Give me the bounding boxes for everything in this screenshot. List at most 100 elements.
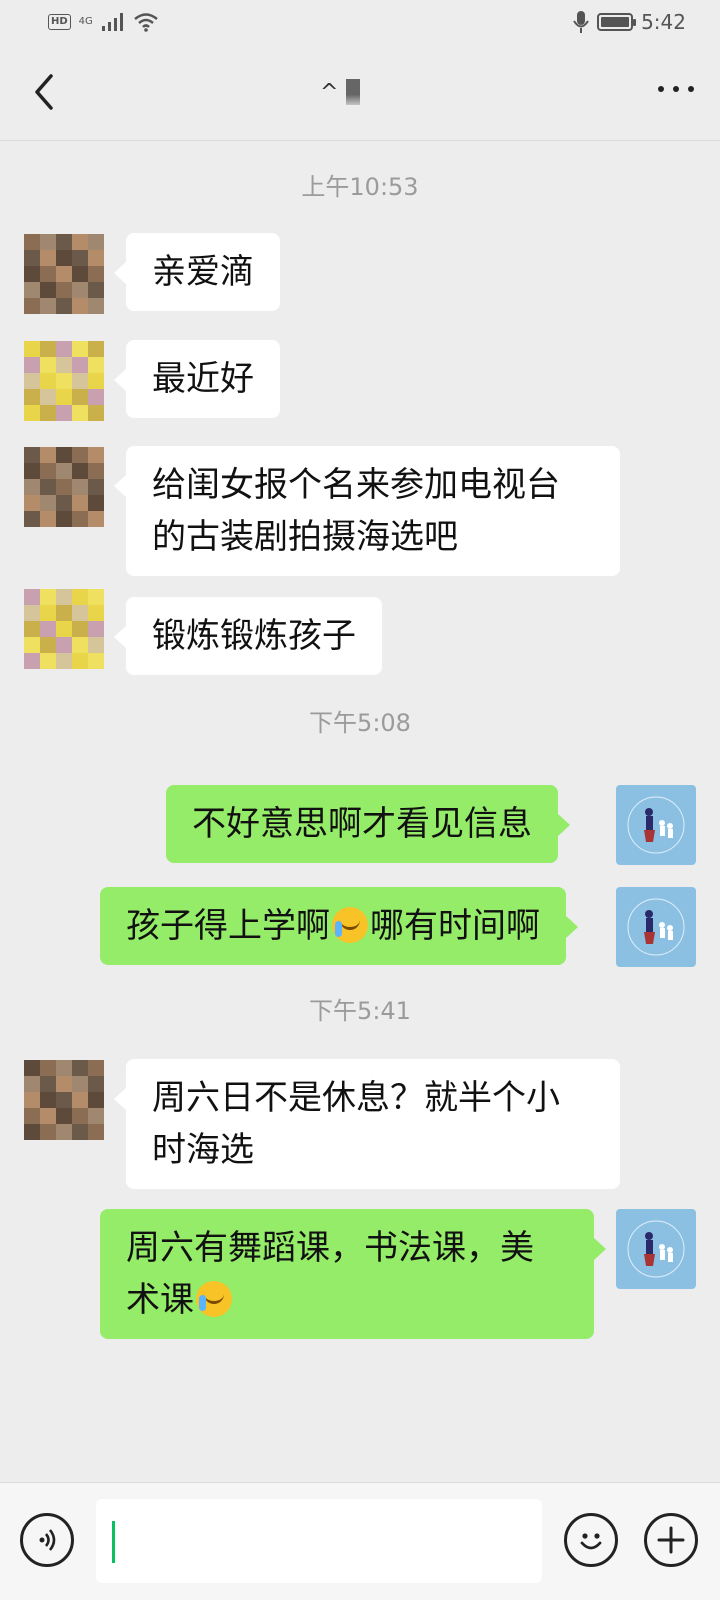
avatar-mosaic-cell [72,653,88,669]
avatar-mosaic-cell [40,250,56,266]
avatar-mosaic-cell [24,373,40,389]
my-avatar[interactable] [616,1209,696,1289]
avatar-mosaic-cell [56,637,72,653]
avatar-mosaic-cell [40,621,56,637]
incoming-message[interactable]: 最近好 [114,340,280,418]
avatar-mosaic-cell [56,479,72,495]
hd-badge: HD [48,14,71,30]
avatar-mosaic-cell [88,621,104,637]
avatar-mosaic-cell [40,341,56,357]
text-cursor [112,1521,115,1563]
avatar-mosaic-cell [56,357,72,373]
avatar-mosaic-cell [88,511,104,527]
contact-avatar[interactable] [24,234,104,314]
avatar-mosaic-cell [24,463,40,479]
avatar-mosaic-cell [72,1060,88,1076]
avatar-mosaic-cell [24,511,40,527]
message-input[interactable] [96,1499,542,1583]
avatar-mosaic-cell [40,511,56,527]
outgoing-message[interactable]: 不好意思啊才看见信息 [166,785,570,863]
incoming-message[interactable]: 亲爱滴 [114,233,280,311]
chat-area[interactable]: 上午10:53 亲爱滴 最近好 给闺女报个名来参加电视台 的古装剧拍摄海选吧 锻… [0,141,720,1481]
message-text-line: 术课 [126,1280,194,1320]
avatar-mosaic-cell [40,495,56,511]
contact-avatar[interactable] [24,447,104,527]
message-text: 哪有时间啊 [370,906,540,946]
timestamp: 下午5:41 [309,997,411,1025]
avatar-mosaic-cell [56,341,72,357]
more-button[interactable] [656,70,696,114]
avatar-mosaic-cell [72,389,88,405]
avatar-mosaic-cell [88,637,104,653]
avatar-mosaic-cell [24,1092,40,1108]
my-avatar[interactable] [616,785,696,865]
avatar-mosaic-cell [88,250,104,266]
avatar-mosaic-cell [72,373,88,389]
avatar-mosaic-cell [40,447,56,463]
avatar-mosaic-cell [88,405,104,421]
avatar-mosaic-cell [24,234,40,250]
avatar-mosaic-cell [72,463,88,479]
avatar-mosaic-cell [88,234,104,250]
avatar-mosaic-cell [24,605,40,621]
emoji-button[interactable] [564,1513,618,1567]
avatar-mosaic-cell [24,1076,40,1092]
avatar-mosaic-cell [88,1108,104,1124]
title-bar: ^ [0,44,720,140]
avatar-mosaic-cell [40,1124,56,1140]
avatar-mosaic-cell [88,1092,104,1108]
avatar-mosaic-cell [40,298,56,314]
avatar-mosaic-cell [56,405,72,421]
network-label: 4G [78,16,93,27]
outgoing-message[interactable]: 孩子得上学啊 哪有时间啊 [100,887,578,965]
outgoing-message[interactable]: 周六有舞蹈课，书法课，美 术课 [100,1209,606,1339]
avatar-mosaic-cell [88,373,104,389]
avatar-mosaic-cell [40,389,56,405]
avatar-mosaic-cell [56,373,72,389]
avatar-mosaic-cell [24,1124,40,1140]
avatar-mosaic-cell [40,463,56,479]
avatar-mosaic-cell [40,1092,56,1108]
avatar-mosaic-cell [88,1076,104,1092]
avatar-mosaic-cell [24,447,40,463]
avatar-mosaic-cell [72,1108,88,1124]
avatar-mosaic-cell [72,495,88,511]
avatar-mosaic-cell [56,463,72,479]
title-redaction [346,79,361,105]
contact-avatar[interactable] [24,341,104,421]
avatar-mosaic-cell [40,282,56,298]
avatar-mosaic-cell [88,653,104,669]
avatar-mosaic-cell [24,1060,40,1076]
avatar-mosaic-cell [56,298,72,314]
avatar-mosaic-cell [40,266,56,282]
avatar-mosaic-cell [24,637,40,653]
contact-avatar[interactable] [24,589,104,669]
my-avatar[interactable] [616,887,696,967]
plus-button[interactable] [644,1513,698,1567]
incoming-message[interactable]: 锻炼锻炼孩子 [114,597,382,675]
avatar-mosaic-cell [24,589,40,605]
avatar-mosaic-cell [40,637,56,653]
message-text-line: 周六日不是休息？就半个小 [152,1078,560,1118]
contact-avatar[interactable] [24,1060,104,1140]
back-button[interactable] [24,72,64,112]
message-text-line: 周六有舞蹈课，书法课，美 [126,1228,534,1268]
avatar-mosaic-cell [88,1060,104,1076]
avatar-mosaic-cell [88,298,104,314]
avatar-mosaic-cell [40,405,56,421]
avatar-mosaic-cell [56,589,72,605]
more-horizontal-icon [658,86,694,92]
avatar-mosaic-cell [72,298,88,314]
avatar-mosaic-cell [88,463,104,479]
laugh-cry-emoji-icon [196,1281,232,1317]
avatar-mosaic-cell [72,479,88,495]
chat-title: ^ [320,72,440,112]
incoming-message[interactable]: 给闺女报个名来参加电视台 的古装剧拍摄海选吧 [114,446,620,576]
message-text: 最近好 [152,359,254,399]
incoming-message[interactable]: 周六日不是休息？就半个小 时海选 [114,1059,620,1189]
avatar-mosaic-cell [40,479,56,495]
avatar-mosaic-cell [72,266,88,282]
voice-button[interactable] [20,1513,74,1567]
avatar-mosaic-cell [24,266,40,282]
avatar-mosaic-cell [72,447,88,463]
